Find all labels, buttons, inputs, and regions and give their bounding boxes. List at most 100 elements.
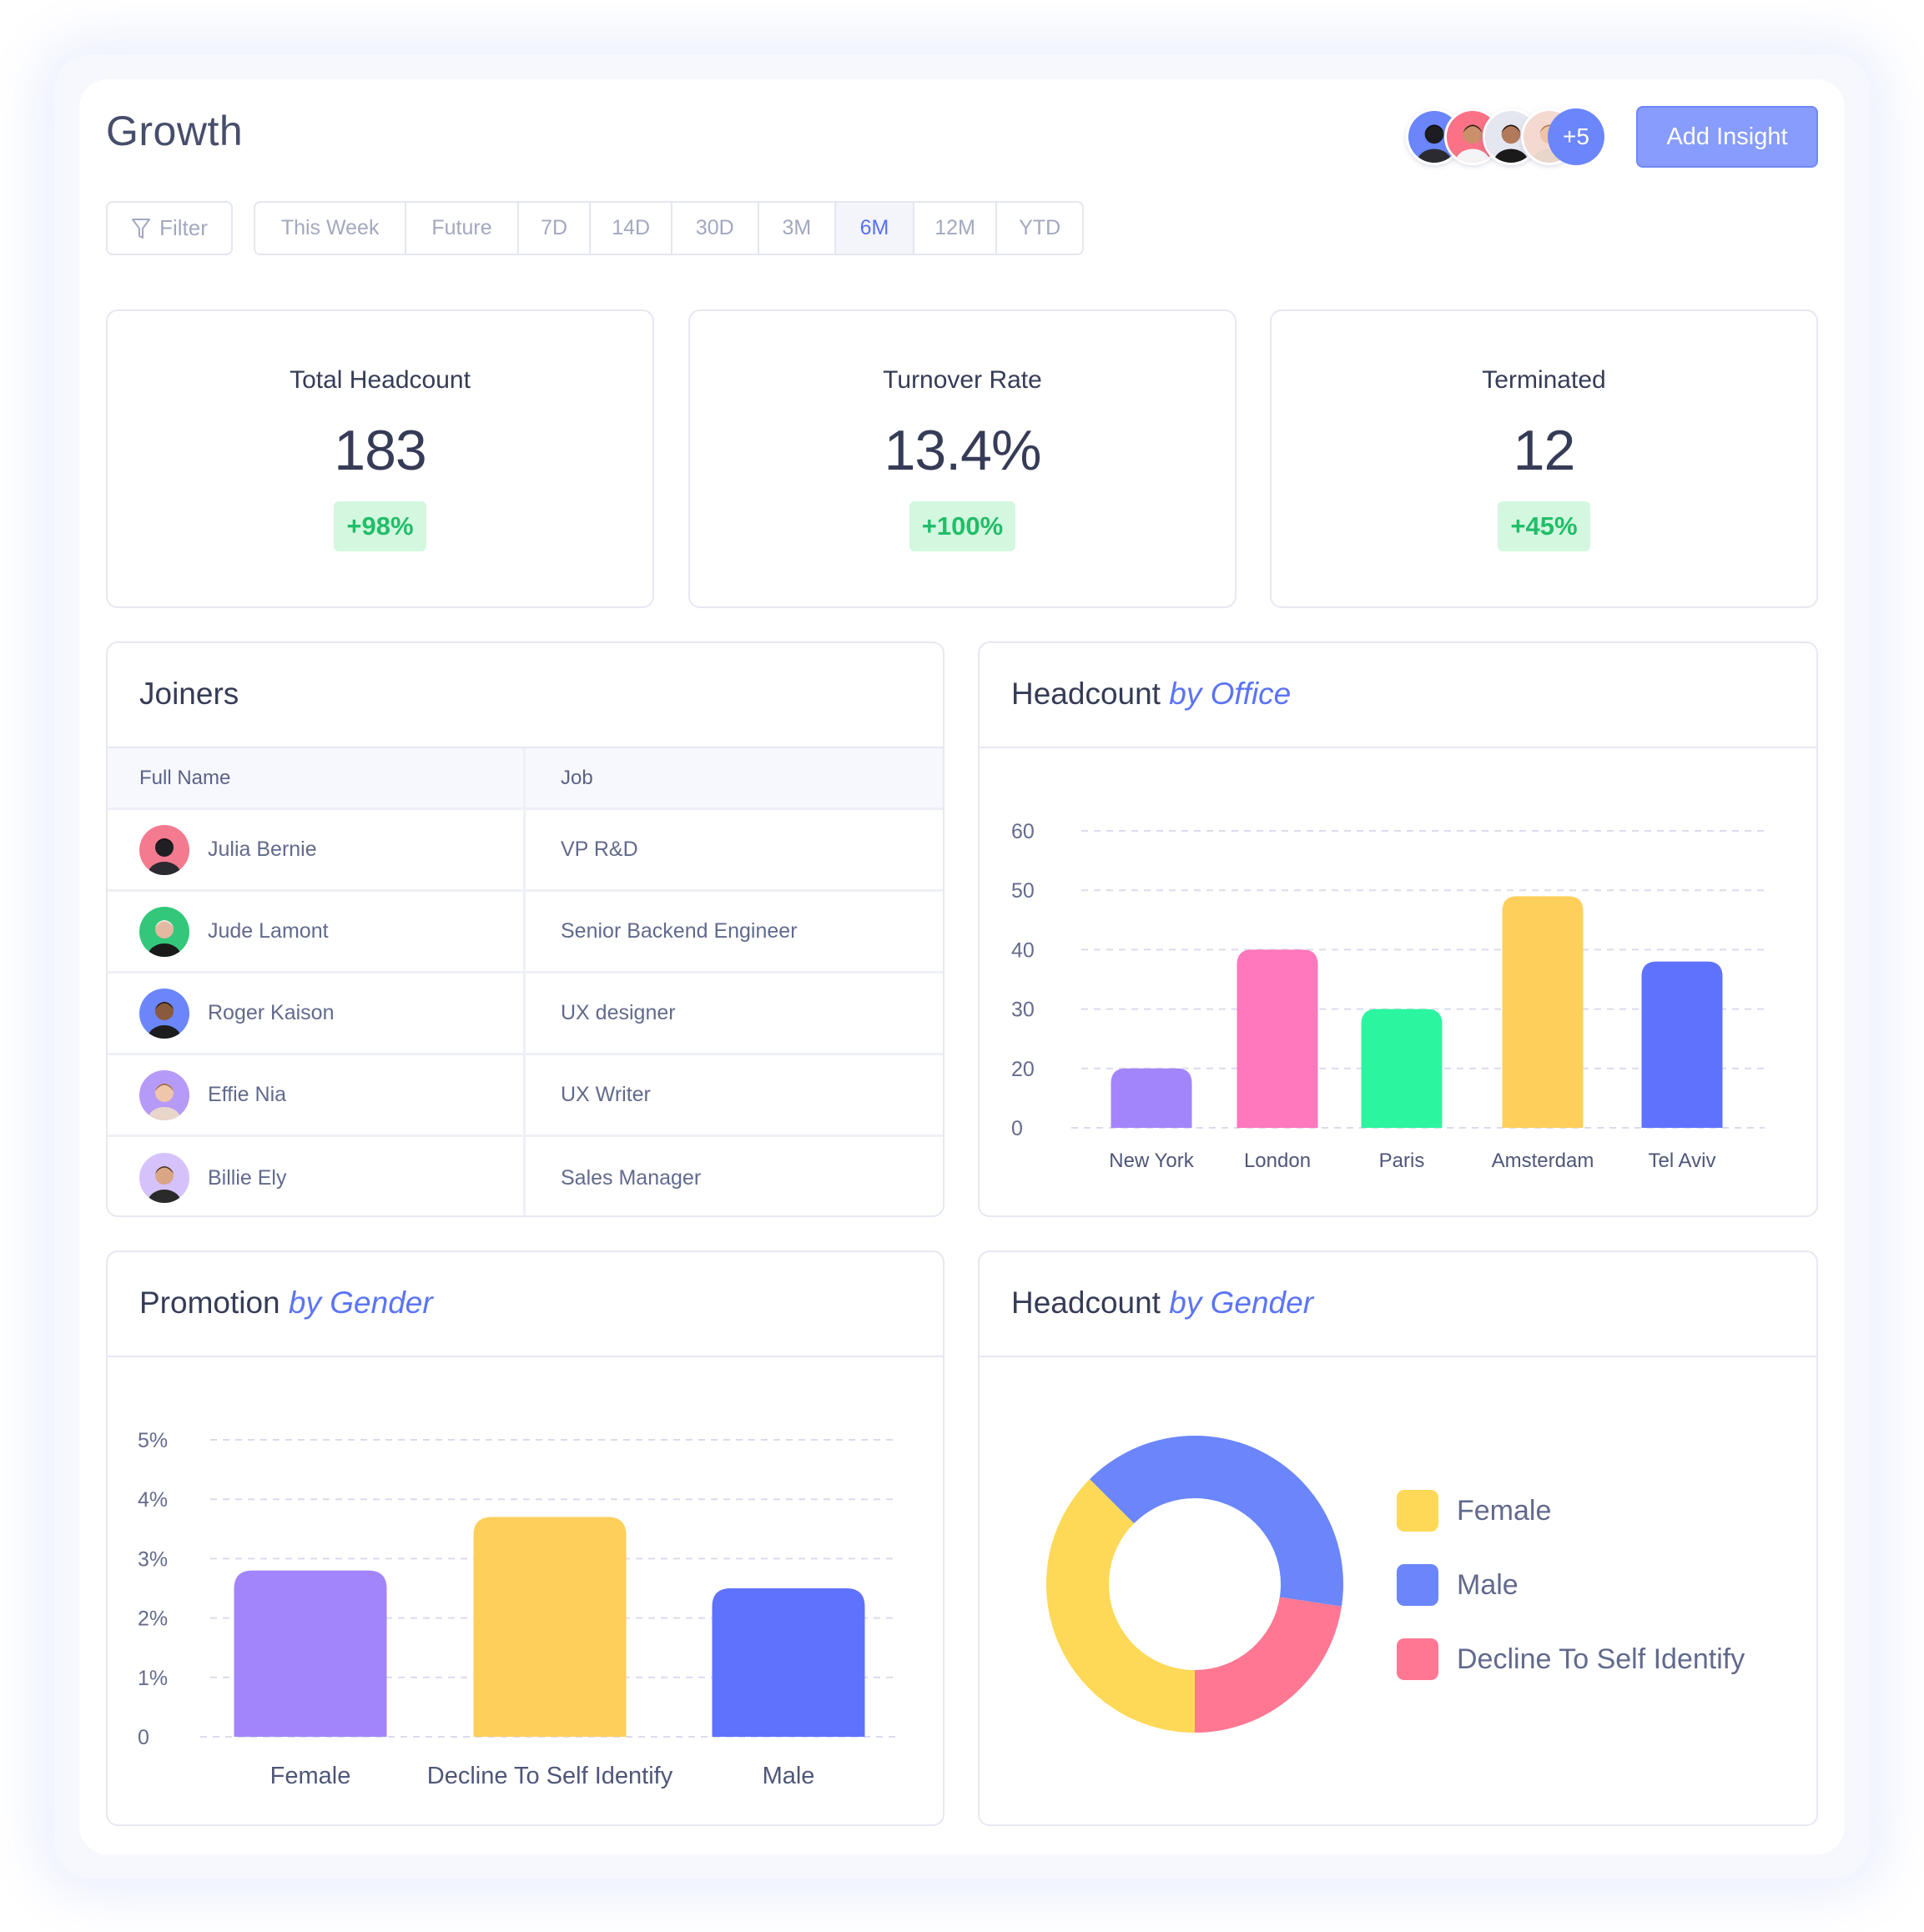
more-members-badge[interactable]: +5: [1548, 108, 1604, 165]
stat-value: 183: [334, 419, 426, 482]
stat-card-total-headcount: Total Headcount 183 +98%: [106, 309, 654, 608]
legend-item-male[interactable]: Male: [1397, 1564, 1745, 1606]
donut-slice-decline-to-self-identify[interactable]: [1195, 1597, 1342, 1733]
legend-label: Male: [1457, 1568, 1519, 1601]
stat-change-badge: +45%: [1498, 501, 1590, 551]
joiner-name: Jude Lamont: [208, 919, 329, 943]
cell-job: UX designer: [561, 1001, 676, 1024]
page-title: Growth: [106, 108, 244, 154]
x-tick-label: Male: [763, 1763, 815, 1789]
bar-paris[interactable]: [1361, 1009, 1443, 1128]
y-tick-label: 5%: [138, 1429, 168, 1452]
joiners-title: Joiners: [139, 677, 239, 711]
headcount-by-gender-panel: Headcount by Gender Female Male Decline To…: [978, 1250, 1818, 1826]
bar-decline-to-self-identify[interactable]: [473, 1517, 627, 1737]
cell-job: VP R&D: [561, 838, 638, 861]
y-tick-label: 20: [1011, 1058, 1035, 1081]
gender-legend: Female Male Decline To Self Identify: [1397, 1490, 1745, 1713]
cell-job: Senior Backend Engineer: [561, 919, 798, 943]
cell-full-name: Roger Kaison: [108, 974, 526, 1053]
x-tick-label: Female: [270, 1763, 351, 1789]
filter-button[interactable]: Filter: [106, 201, 233, 255]
stat-value: 12: [1513, 419, 1576, 482]
column-header-job[interactable]: Job: [526, 748, 943, 808]
stat-change-badge: +98%: [334, 501, 426, 551]
table-header-row: Full Name Job: [108, 748, 943, 810]
y-tick-label: 40: [1011, 938, 1035, 962]
period-tab-14d[interactable]: 14D: [591, 203, 672, 254]
stat-value: 13.4%: [884, 419, 1042, 482]
joiner-name: Billie Ely: [208, 1165, 287, 1190]
y-tick-label: 60: [1011, 820, 1035, 843]
stat-card-turnover-rate: Turnover Rate 13.4% +100%: [688, 309, 1236, 608]
avatar: [139, 906, 189, 957]
stat-label: Terminated: [1482, 366, 1606, 394]
table-row[interactable]: Roger Kaison UX designer: [108, 974, 943, 1055]
cell-full-name: Effie Nia: [108, 1055, 526, 1135]
headcount-by-office-panel: Headcount by Office 0 20 30 40 50 60 New York L…: [978, 641, 1818, 1217]
cell-full-name: Julia Bernie: [108, 810, 526, 889]
table-row[interactable]: Julia Bernie VP R&D: [108, 810, 943, 892]
period-tab-this-week[interactable]: This Week: [255, 203, 407, 254]
x-tick-label: Paris: [1379, 1150, 1425, 1172]
y-tick-label: 0: [138, 1726, 149, 1749]
period-tab-future[interactable]: Future: [406, 203, 519, 254]
table-row[interactable]: Effie Nia UX Writer: [108, 1055, 943, 1137]
bar-male[interactable]: [712, 1588, 865, 1737]
x-tick-label: Amsterdam: [1492, 1150, 1594, 1172]
period-tab-3m[interactable]: 3M: [759, 203, 837, 254]
stat-label: Turnover Rate: [883, 366, 1042, 394]
legend-swatch: [1397, 1490, 1438, 1532]
legend-swatch: [1397, 1564, 1438, 1606]
x-tick-label: Tel Aviv: [1649, 1150, 1716, 1172]
stat-card-terminated: Terminated 12 +45%: [1270, 309, 1818, 608]
cell-full-name: Billie Ely: [108, 1137, 526, 1215]
x-tick-label: New York: [1109, 1150, 1194, 1172]
table-row[interactable]: Billie Ely Sales Manager: [108, 1137, 943, 1215]
filter-icon: [132, 218, 151, 239]
legend-item-decline-to-self-identify[interactable]: Decline To Self Identify: [1397, 1638, 1745, 1680]
stat-change-badge: +100%: [909, 501, 1016, 551]
table-row[interactable]: Jude Lamont Senior Backend Engineer: [108, 892, 943, 974]
cell-job: UX Writer: [561, 1083, 651, 1106]
avatar: [139, 1069, 189, 1120]
avatar: [139, 988, 189, 1039]
period-tab-30d[interactable]: 30D: [672, 203, 759, 254]
avatar: [139, 824, 189, 875]
bar-amsterdam[interactable]: [1502, 896, 1584, 1128]
joiners-panel: Joiners Full Name Job Julia Bernie VP R&D…: [106, 641, 944, 1217]
cell-full-name: Jude Lamont: [108, 892, 526, 971]
x-tick-label: Decline To Self Identify: [427, 1763, 673, 1789]
period-tab-7d[interactable]: 7D: [519, 203, 592, 254]
period-tab-6m[interactable]: 6M: [836, 203, 914, 254]
joiner-name: Roger Kaison: [208, 1001, 335, 1024]
y-tick-label: 2%: [138, 1607, 168, 1631]
bar-female[interactable]: [234, 1570, 387, 1737]
bar-new-york[interactable]: [1111, 1068, 1192, 1128]
add-insight-button[interactable]: Add Insight: [1636, 106, 1818, 168]
legend-swatch: [1397, 1638, 1438, 1680]
promotion-by-gender-chart: 0 1% 2% 3% 4% 5% Female Decline To Self Identif…: [138, 1429, 896, 1789]
period-tab-ytd[interactable]: YTD: [997, 203, 1082, 254]
donut-slice-female[interactable]: [1046, 1479, 1195, 1733]
legend-item-female[interactable]: Female: [1397, 1490, 1745, 1532]
cell-job: Sales Manager: [561, 1165, 702, 1190]
promotion-by-gender-panel: Promotion by Gender 0 1% 2% 3% 4% 5% Female Dec…: [106, 1250, 944, 1826]
y-tick-label: 0: [1011, 1117, 1023, 1140]
bar-tel-aviv[interactable]: [1641, 961, 1723, 1128]
joiner-name: Effie Nia: [208, 1083, 287, 1106]
stat-label: Total Headcount: [290, 366, 471, 394]
legend-label: Female: [1457, 1494, 1552, 1527]
x-tick-label: London: [1244, 1150, 1311, 1172]
bar-london[interactable]: [1236, 949, 1318, 1128]
y-tick-label: 4%: [138, 1488, 168, 1512]
y-tick-label: 1%: [138, 1667, 168, 1690]
filter-label: Filter: [159, 215, 208, 240]
joiners-table: Full Name Job Julia Bernie VP R&D Jude Lam…: [108, 748, 943, 1215]
joiner-name: Julia Bernie: [208, 838, 317, 861]
avatar: [139, 1153, 189, 1203]
team-avatars[interactable]: +5: [1406, 108, 1606, 167]
y-tick-label: 30: [1011, 999, 1035, 1022]
period-tab-12m[interactable]: 12M: [914, 203, 998, 254]
column-header-full-name[interactable]: Full Name: [108, 748, 526, 808]
